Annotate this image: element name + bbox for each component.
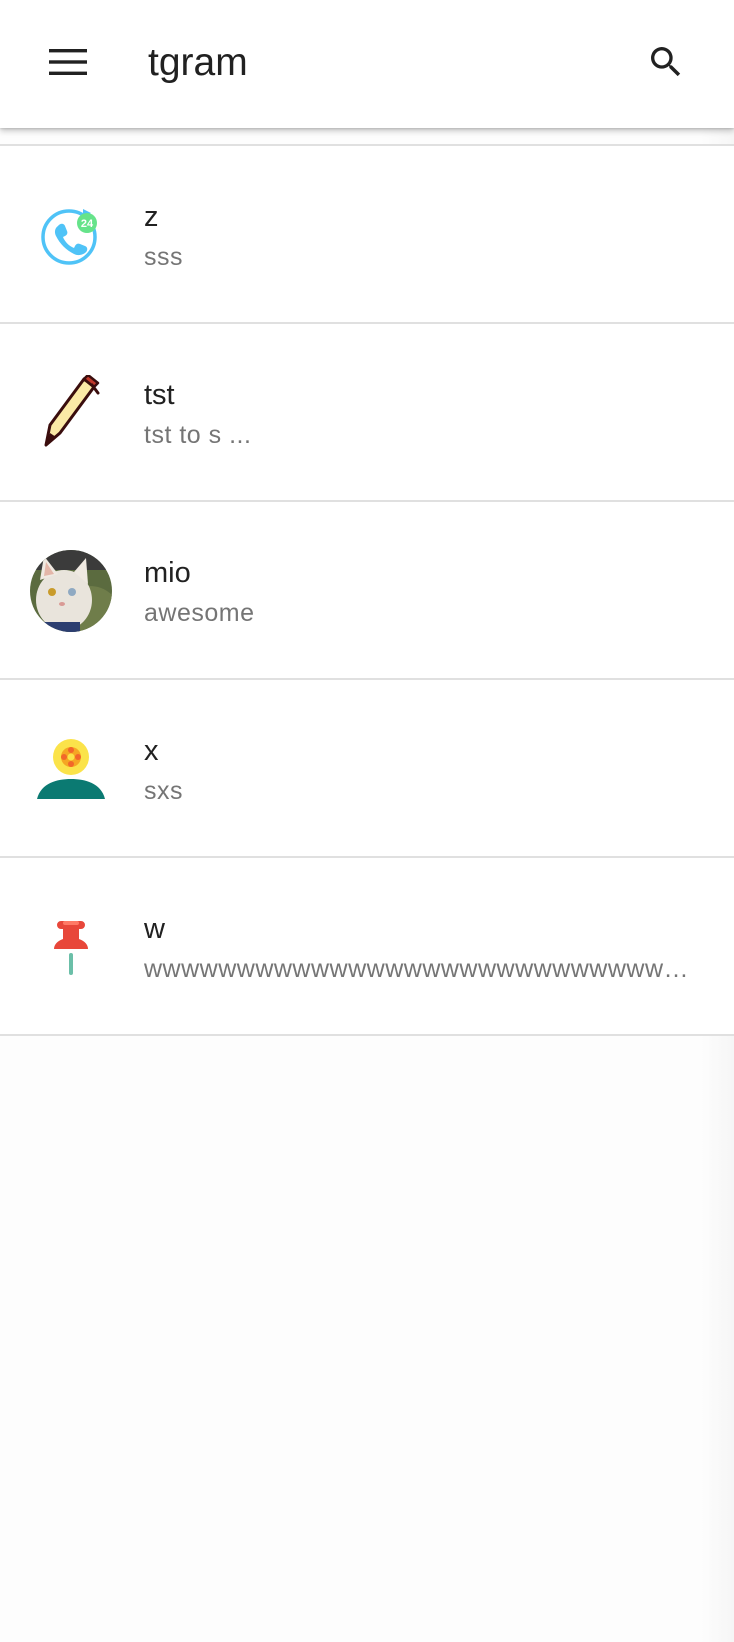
chat-avatar bbox=[30, 906, 112, 988]
app-bar: tgram bbox=[0, 0, 734, 128]
chat-name: mio bbox=[144, 557, 191, 589]
chat-item-w[interactable]: w wwwwwwwwwwwwwwwwwwwwwwwwwwwwwwwwwwww bbox=[0, 858, 734, 1036]
chat-item-z[interactable]: 24 z sss bbox=[0, 146, 734, 324]
chat-last-message: sxs bbox=[144, 777, 183, 805]
chat-avatar bbox=[30, 728, 112, 810]
chat-avatar: 24 bbox=[30, 194, 112, 276]
chat-list: 24 z sss tst tst to s ... mio awesome x … bbox=[0, 144, 734, 1036]
cat-photo-avatar bbox=[30, 550, 112, 632]
chat-avatar bbox=[30, 550, 112, 632]
pencil-icon bbox=[44, 375, 100, 447]
chat-last-message: wwwwwwwwwwwwwwwwwwwwwwwwwwwwwwwwwwww bbox=[144, 955, 704, 983]
chat-list-screen: tgram 24 z sss tst tst to s ... mio awes… bbox=[0, 0, 734, 1642]
chat-last-message: awesome bbox=[144, 599, 255, 627]
chat-name: x bbox=[144, 735, 159, 767]
chat-name: w bbox=[144, 913, 165, 945]
chat-name: z bbox=[144, 201, 159, 233]
menu-icon bbox=[49, 49, 87, 75]
chat-name: tst bbox=[144, 379, 175, 411]
svg-text:24: 24 bbox=[81, 218, 94, 230]
pushpin-icon bbox=[54, 921, 88, 975]
chat-last-message: tst to s ... bbox=[144, 421, 252, 449]
flower-island-icon bbox=[37, 739, 105, 799]
chat-avatar bbox=[30, 372, 112, 454]
chat-item-x[interactable]: x sxs bbox=[0, 680, 734, 858]
search-icon bbox=[651, 47, 681, 77]
chat-item-tst[interactable]: tst tst to s ... bbox=[0, 324, 734, 502]
chat-item-mio[interactable]: mio awesome bbox=[0, 502, 734, 680]
chat-last-message: sss bbox=[144, 243, 183, 271]
app-title: tgram bbox=[148, 41, 248, 84]
phone-24h-icon: 24 bbox=[41, 209, 97, 265]
menu-button[interactable] bbox=[38, 32, 98, 92]
search-button[interactable] bbox=[636, 32, 696, 92]
